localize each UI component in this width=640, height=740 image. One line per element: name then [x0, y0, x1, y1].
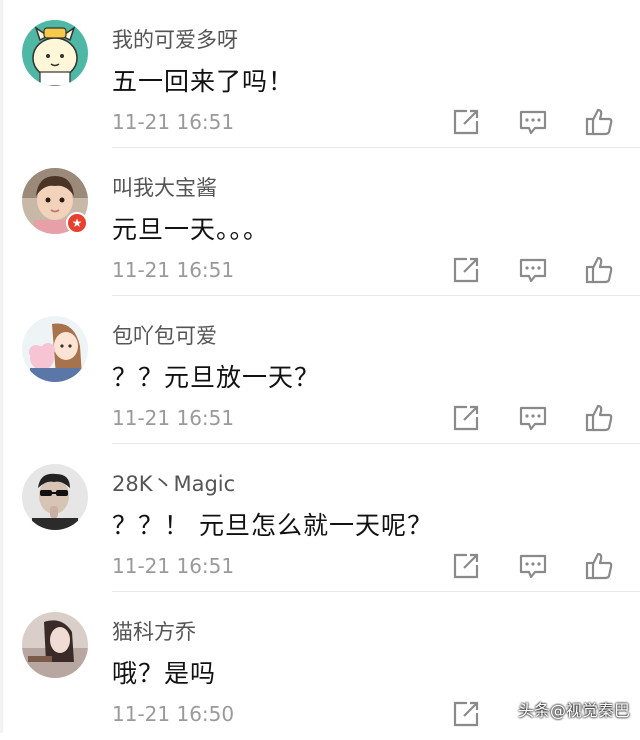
comment-text: ？？元旦放一天？ [112, 363, 321, 392]
thumbs-up-icon[interactable] [584, 551, 614, 581]
comment-icon[interactable] [518, 403, 548, 433]
username[interactable]: 28K丶Magic [112, 468, 235, 498]
comment-item: 叫我大宝酱 元旦一天。。。 11-21 16:51 [0, 148, 640, 296]
thumbs-up-icon[interactable] [584, 255, 614, 285]
thumbs-up-icon[interactable] [584, 107, 614, 137]
thumbs-up-icon[interactable] [584, 403, 614, 433]
username[interactable]: 包吖包可爱 [112, 320, 217, 350]
share-icon[interactable] [451, 403, 481, 433]
share-icon[interactable] [451, 699, 481, 729]
comment-icon[interactable] [518, 107, 548, 137]
watermark: 头条@视觉秦巴 [517, 701, 630, 720]
comment-item: 包吖包可爱 ？？元旦放一天？ 11-21 16:51 [0, 296, 640, 444]
avatar[interactable] [22, 464, 88, 530]
comment-text: 元旦一天。。。 [112, 215, 270, 244]
comment-text: 五一回来了吗！ [112, 67, 295, 96]
share-icon[interactable] [451, 551, 481, 581]
comment-icon[interactable] [518, 551, 548, 581]
username[interactable]: 叫我大宝酱 [112, 172, 217, 202]
username[interactable]: 猫科方乔 [112, 616, 196, 646]
comment-text: 哦？是吗 [112, 659, 217, 688]
vip-badge-icon: ★ [66, 212, 88, 234]
comment-icon[interactable] [518, 255, 548, 285]
comment-text: ？？！ 元旦怎么就一天呢？ [112, 511, 433, 540]
avatar[interactable] [22, 316, 88, 382]
username[interactable]: 我的可爱多呀 [112, 24, 238, 54]
comment-item: 我的可爱多呀 五一回来了吗！ 11-21 16:51 [0, 0, 640, 148]
share-icon[interactable] [451, 107, 481, 137]
avatar[interactable] [22, 20, 88, 86]
comment-item: 28K丶Magic ？？！ 元旦怎么就一天呢？ 11-21 16:51 [0, 444, 640, 592]
share-icon[interactable] [451, 255, 481, 285]
avatar[interactable] [22, 612, 88, 678]
